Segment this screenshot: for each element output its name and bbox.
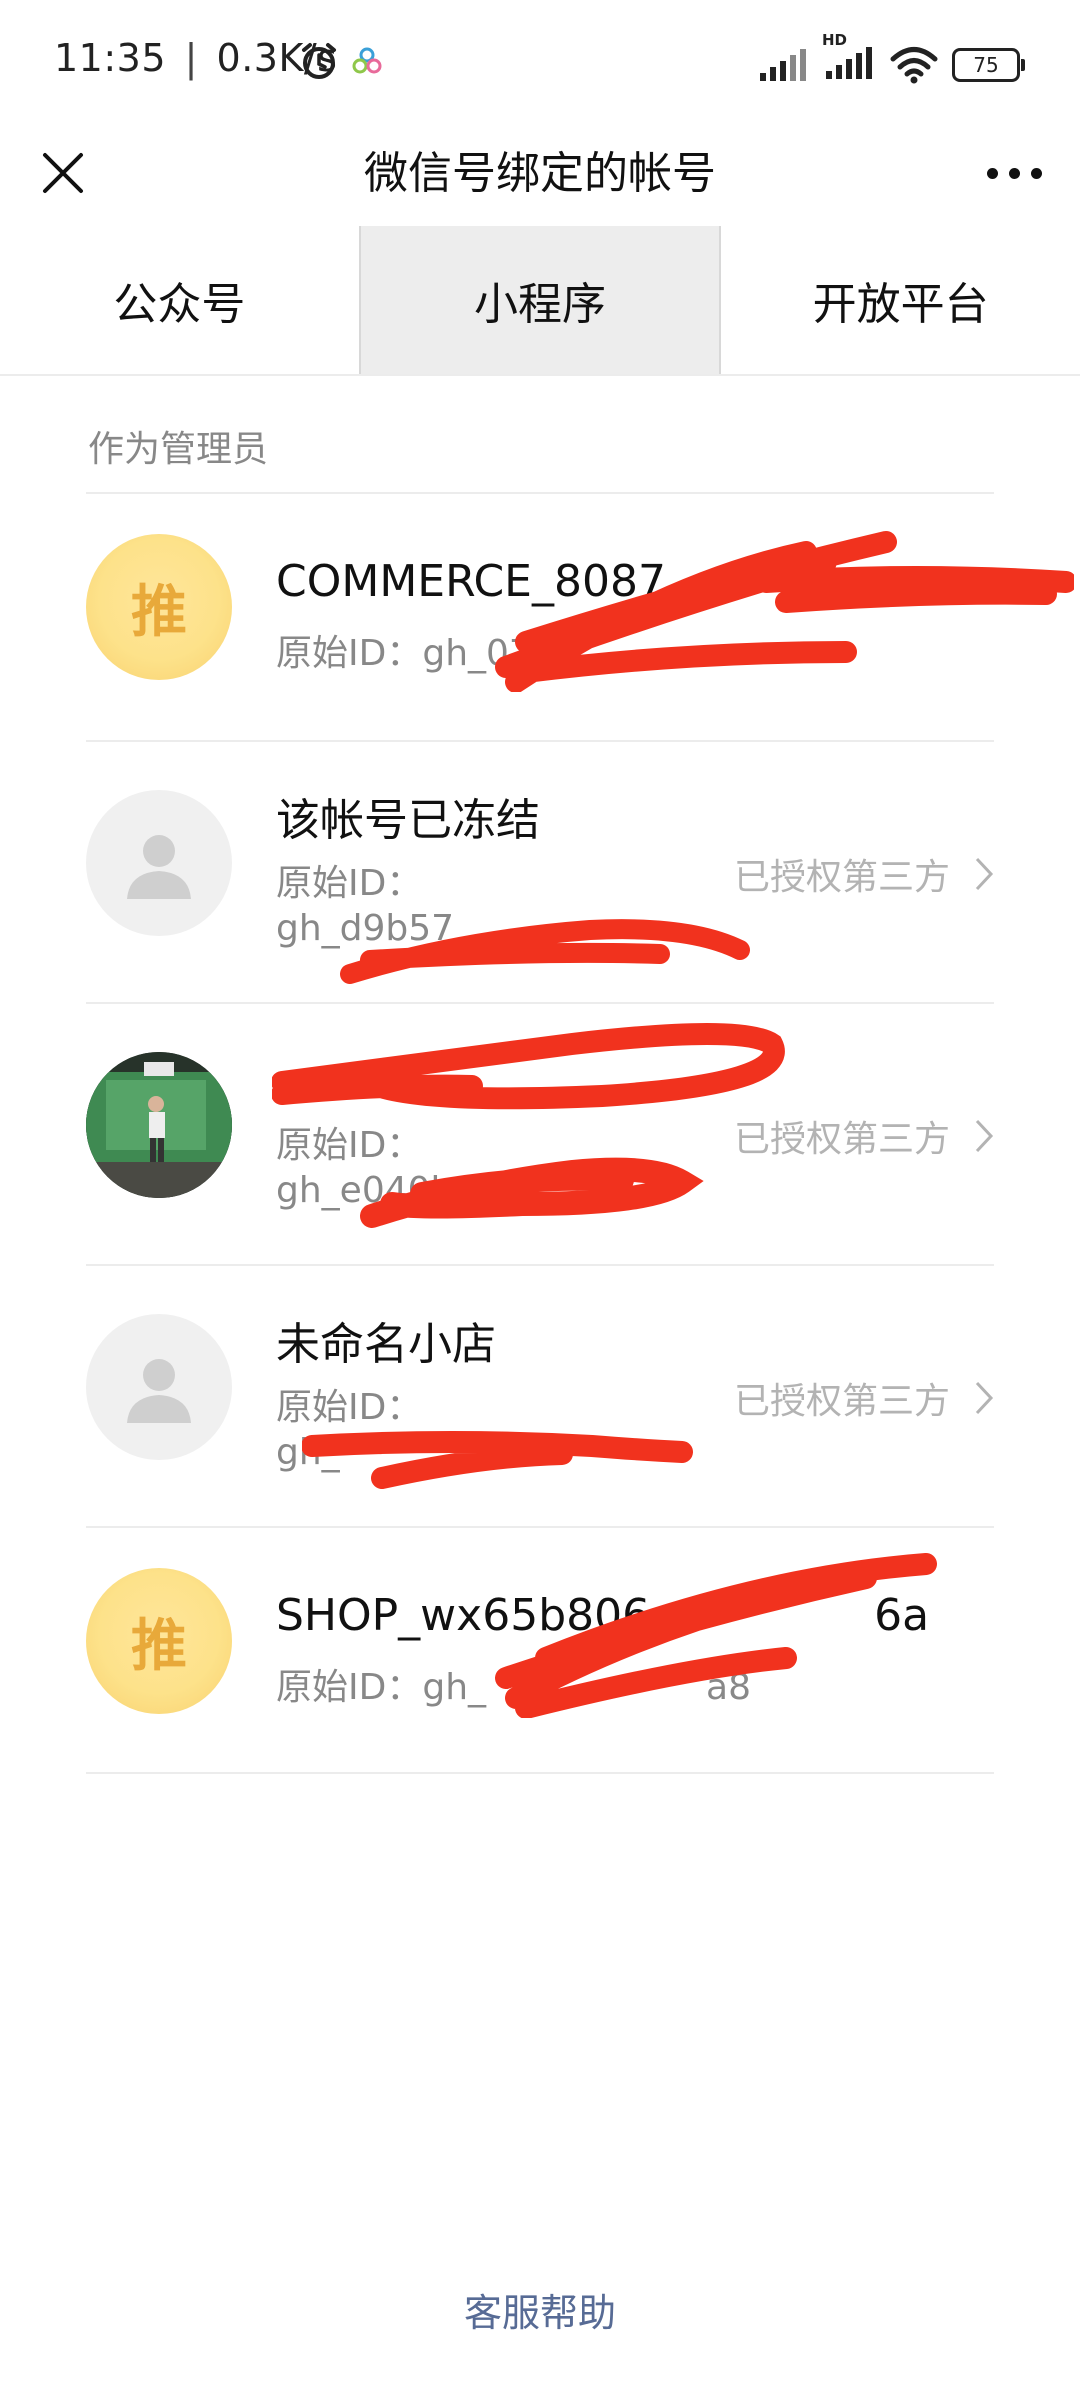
account-id: gh_d9b57 bbox=[276, 908, 455, 949]
avatar: 推 bbox=[86, 1568, 232, 1714]
status-bar: 11:35 | 0.3K/s HD 75 bbox=[0, 0, 1080, 124]
battery-icon: 75 bbox=[952, 48, 1025, 82]
top-navigation-bar: 微信号绑定的帐号 bbox=[0, 124, 1080, 224]
account-id-label: 原始ID： bbox=[276, 863, 423, 904]
section-header: 作为管理员 bbox=[88, 429, 269, 470]
account-id: 原始ID：gh_07 bbox=[276, 633, 532, 674]
account-id-label: 原始ID： bbox=[276, 1125, 423, 1166]
chevron-right-icon bbox=[975, 1381, 994, 1415]
status-indicators: HD 75 bbox=[758, 31, 1025, 90]
signal-icon bbox=[760, 49, 806, 81]
list-item[interactable]: 原始ID： gh_e040b 已授权第三方 bbox=[86, 1004, 994, 1264]
account-name: COMMERCE_8087 bbox=[276, 556, 666, 607]
customer-service-help-link[interactable]: 客服帮助 bbox=[0, 2282, 1080, 2337]
account-name: SHOP_wx65b806 6a bbox=[276, 1590, 930, 1641]
chevron-right-icon bbox=[975, 1119, 994, 1153]
more-icon-dot bbox=[1008, 167, 1020, 179]
tab-mini-programs[interactable]: 小程序 bbox=[358, 226, 722, 374]
list-item[interactable]: 该帐号已冻结 原始ID： gh_d9b57 已授权第三方 bbox=[86, 742, 994, 1002]
status-time: 11:35 | 0.3K/s bbox=[54, 36, 338, 80]
account-id: gh_e040b bbox=[276, 1170, 454, 1211]
authorization-status: 已授权第三方 bbox=[734, 848, 994, 900]
avatar bbox=[86, 1314, 232, 1460]
cloud-app-icon bbox=[352, 47, 382, 74]
redaction-scribble bbox=[495, 531, 1074, 692]
divider bbox=[86, 1772, 994, 1774]
authorization-status: 已授权第三方 bbox=[734, 1372, 994, 1424]
account-id-label: 原始ID： bbox=[276, 1387, 423, 1428]
more-button[interactable] bbox=[974, 138, 1054, 208]
list-item[interactable]: 推 SHOP_wx65b806 6a 原始ID：gh_ a8 bbox=[86, 1528, 994, 1772]
tab-official-accounts[interactable]: 公众号 bbox=[0, 226, 359, 374]
account-name: 未命名小店 bbox=[276, 1319, 496, 1370]
list-item[interactable]: 未命名小店 原始ID： gh_ 已授权第三方 bbox=[86, 1266, 994, 1526]
avatar bbox=[86, 790, 232, 936]
account-name: 该帐号已冻结 bbox=[276, 795, 540, 846]
avatar-photo bbox=[86, 1052, 232, 1198]
tab-bar: 公众号 小程序 开放平台 bbox=[0, 226, 1080, 376]
account-id: gh_ bbox=[276, 1432, 340, 1473]
authorization-status: 已授权第三方 bbox=[734, 1110, 994, 1162]
more-icon-dot bbox=[1030, 167, 1042, 179]
wifi-icon bbox=[890, 47, 938, 84]
hd-signal-icon: HD bbox=[822, 31, 876, 85]
account-id: 原始ID：gh_ a8 bbox=[276, 1667, 751, 1708]
default-avatar-icon bbox=[127, 1359, 191, 1423]
list-item[interactable]: 推 COMMERCE_8087 原始ID：gh_07 bbox=[86, 494, 1074, 740]
avatar: 推 bbox=[86, 534, 232, 680]
photo-avatar-image bbox=[86, 1052, 232, 1198]
alarm-icon bbox=[302, 43, 336, 79]
default-avatar-icon bbox=[127, 835, 191, 899]
tab-open-platform[interactable]: 开放平台 bbox=[721, 226, 1080, 374]
more-icon-dot bbox=[986, 167, 998, 179]
page-title: 微信号绑定的帐号 bbox=[364, 148, 716, 199]
chevron-right-icon bbox=[975, 857, 994, 891]
